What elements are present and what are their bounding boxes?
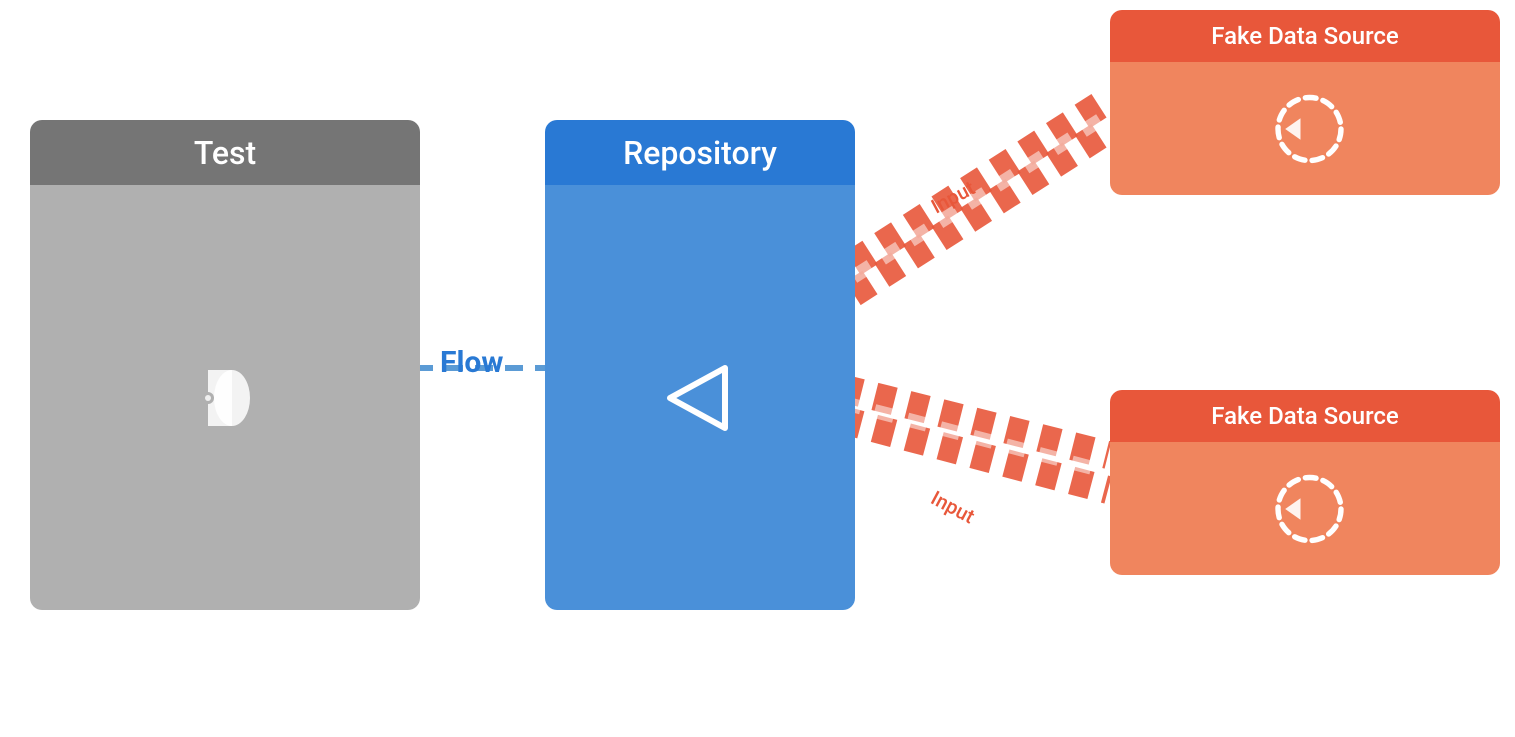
repo-block: Repository bbox=[545, 120, 855, 610]
triangle-arrow-icon bbox=[660, 358, 740, 438]
fds-top-header: Fake Data Source bbox=[1110, 10, 1500, 62]
fds-bottom-block: Fake Data Source bbox=[1110, 390, 1500, 575]
fds-bottom-header: Fake Data Source bbox=[1110, 390, 1500, 442]
fds-bottom-icon bbox=[1260, 464, 1350, 554]
fds-bottom-body bbox=[1110, 442, 1500, 575]
test-title: Test bbox=[194, 134, 256, 172]
test-body bbox=[30, 185, 420, 610]
test-header: Test bbox=[30, 120, 420, 185]
fds-top-block: Fake Data Source bbox=[1110, 10, 1500, 195]
repo-title: Repository bbox=[623, 134, 777, 172]
repo-body bbox=[545, 185, 855, 610]
fds-top-body bbox=[1110, 62, 1500, 195]
main-canvas: Test Repository bbox=[0, 0, 1515, 737]
fds-top-icon bbox=[1260, 84, 1350, 174]
flow-label: Flow bbox=[440, 345, 503, 380]
d-shape-icon bbox=[190, 363, 260, 433]
input-label-top: Input bbox=[927, 176, 979, 219]
input-label-bottom: Input bbox=[927, 486, 979, 529]
test-block: Test bbox=[30, 120, 420, 610]
repo-header: Repository bbox=[545, 120, 855, 185]
fds-top-title: Fake Data Source bbox=[1211, 22, 1399, 50]
fds-bottom-title: Fake Data Source bbox=[1211, 402, 1399, 430]
